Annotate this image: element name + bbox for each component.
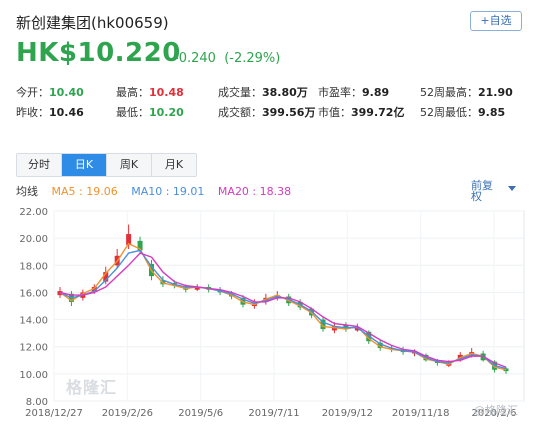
stat-value: 9.89: [362, 86, 390, 99]
ma20-legend: MA20 : 18.38: [217, 185, 292, 198]
tab-weekly-k[interactable]: 周K: [107, 154, 152, 176]
stat-value: 9.85: [478, 106, 506, 119]
x-tick-label: 2019/11/18: [392, 408, 450, 419]
stat-open: 今开：10.40: [16, 84, 84, 100]
stat-52w-high: 52周最高：21.90: [420, 84, 513, 100]
stat-label: 市盈率：: [318, 86, 362, 99]
stat-label: 今开：: [16, 86, 49, 99]
y-tick-label: 20.00: [19, 234, 48, 245]
stat-volume: 成交量：38.80万: [218, 84, 308, 100]
watermark-logo: 格隆汇: [66, 378, 118, 397]
ma5-legend: MA5 : 19.06: [51, 185, 118, 198]
caret-down-icon[interactable]: [508, 186, 516, 191]
tab-intraday[interactable]: 分时: [17, 154, 62, 176]
add-watchlist-button[interactable]: +自选: [470, 11, 522, 31]
stat-label: 最低：: [116, 106, 149, 119]
y-tick-label: 14.00: [19, 316, 48, 327]
price-change-percent: (-2.29%): [224, 51, 281, 66]
stat-value: 399.72亿: [351, 106, 405, 119]
stat-label: 52周最低：: [420, 106, 478, 119]
stat-value: 399.56万: [262, 106, 316, 119]
stat-label: 昨收：: [16, 106, 49, 119]
stat-pe: 市盈率：9.89: [318, 84, 389, 100]
stat-turnover: 成交额：399.56万: [218, 104, 315, 120]
current-price: HK$10.220: [16, 38, 181, 68]
x-tick-label: 2019/9/12: [322, 408, 373, 419]
x-tick-label: 2018/12/27: [25, 408, 83, 419]
x-tick-label: 2019/7/11: [248, 408, 299, 419]
stat-label: 成交量：: [218, 86, 262, 99]
y-tick-label: 18.00: [19, 261, 48, 272]
watermark-corner: @格隆汇: [474, 404, 518, 417]
ma-label: 均线: [16, 185, 38, 198]
stat-value: 10.20: [149, 106, 184, 119]
ma10-legend: MA10 : 19.01: [131, 185, 205, 198]
stat-low: 最低：10.20: [116, 104, 184, 120]
stat-label: 市值：: [318, 106, 351, 119]
period-tabs: 分时 日K 周K 月K: [16, 153, 197, 177]
y-tick-label: 16.00: [19, 288, 48, 299]
price-adjust-dropdown[interactable]: 前复 权: [471, 180, 493, 202]
price-change-value: -0.240: [174, 51, 216, 66]
stock-title: 新创建集团(hk00659): [16, 14, 169, 32]
y-tick-label: 12.00: [19, 343, 48, 354]
stat-52w-low: 52周最低：9.85: [420, 104, 505, 120]
stat-value: 38.80万: [262, 86, 308, 99]
moving-average-legend: 均线 MA5 : 19.06 MA10 : 19.01 MA20 : 18.38: [16, 183, 301, 199]
stat-market-cap: 市值：399.72亿: [318, 104, 404, 120]
quote-stats: 今开：10.40 最高：10.48 成交量：38.80万 市盈率：9.89 52…: [16, 84, 526, 124]
stat-label: 52周最高：: [420, 86, 478, 99]
stat-label: 最高：: [116, 86, 149, 99]
y-tick-label: 10.00: [19, 370, 48, 381]
price-change: -0.240 (-2.29%): [174, 51, 280, 66]
tab-monthly-k[interactable]: 月K: [152, 154, 196, 176]
stats-row: 今开：10.40 最高：10.48 成交量：38.80万 市盈率：9.89 52…: [16, 84, 526, 104]
x-tick-label: 2019/5/6: [178, 408, 223, 419]
y-tick-label: 22.00: [19, 207, 48, 218]
stat-value: 10.40: [49, 86, 84, 99]
stat-value: 21.90: [478, 86, 513, 99]
tab-daily-k[interactable]: 日K: [62, 154, 107, 176]
stat-value: 10.46: [49, 106, 84, 119]
stat-prev-close: 昨收：10.46: [16, 104, 84, 120]
x-tick-label: 2019/2/26: [102, 408, 153, 419]
stats-row: 昨收：10.46 最低：10.20 成交额：399.56万 市值：399.72亿…: [16, 104, 526, 124]
stat-high: 最高：10.48: [116, 84, 184, 100]
y-tick-label: 8.00: [26, 397, 48, 408]
stat-label: 成交额：: [218, 106, 262, 119]
stat-value: 10.48: [149, 86, 184, 99]
